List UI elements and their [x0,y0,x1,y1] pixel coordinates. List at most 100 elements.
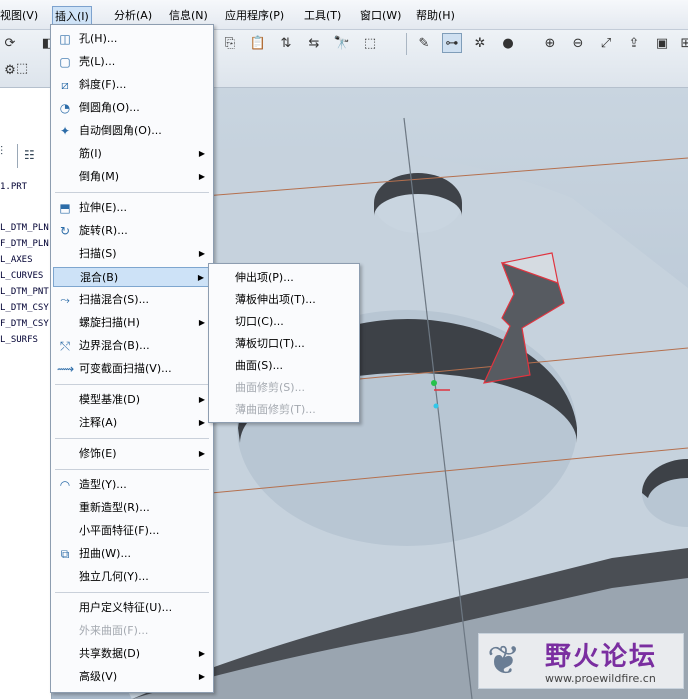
saved-views-icon[interactable]: ▣ [652,33,672,53]
menu-tools[interactable]: 工具(T) [304,8,341,24]
submenu-item-thin-protrusion[interactable]: 薄板伸出项(T)... [235,290,316,310]
orientation-icon[interactable]: ⊞ [676,33,688,53]
menu-item-round[interactable]: ◔ 倒圆角(O)... [53,98,211,118]
tree-item[interactable]: F_DTM_PLN [0,239,49,249]
tree-toggle-icon[interactable]: ⫶ [0,144,18,168]
menu-item-independent-geometry[interactable]: 独立几何(Y)... [53,567,211,587]
submenu-arrow-icon: ▶ [198,418,205,427]
select-box-icon[interactable]: ⬚ [360,33,380,53]
extrude-icon: ⬒ [59,201,71,215]
regen-all-icon[interactable]: ⇆ [304,33,324,53]
submenu-item-thin-surface-trim: 薄曲面修剪(T)... [235,403,316,416]
menu-item-helical-sweep[interactable]: 螺旋扫描(H) ▶ [53,313,211,333]
menu-item-revolve[interactable]: ↻ 旋转(R)... [53,221,211,241]
boundary-blend-icon: ⤲ [60,339,70,353]
menu-item-facet-feature[interactable]: 小平面特征(F)... [53,521,211,541]
submenu-arrow-icon: ▶ [198,149,205,158]
tree-item[interactable]: F_DTM_CSY [0,319,49,329]
tree-settings-icon[interactable]: ☷ [24,148,35,162]
swept-blend-icon: ⤳ [60,293,70,307]
menu-item-shell[interactable]: ▢ 壳(L)... [53,52,211,72]
tree-item[interactable]: L_CURVES [0,271,43,281]
tree-file-name[interactable]: 1.PRT [0,182,27,192]
revolve-icon: ↻ [59,224,71,238]
find-icon[interactable]: 🔭 [332,33,352,53]
submenu-item-surface[interactable]: 曲面(S)... [235,356,283,376]
reorient-icon[interactable]: ⇪ [624,33,644,53]
menu-item-auto-round[interactable]: ✦ 自动倒圆角(O)... [53,121,211,141]
menu-item-sweep[interactable]: 扫描(S) ▶ [53,244,211,264]
regenerate-icon[interactable]: ⟳ [0,33,20,53]
menu-separator [55,592,209,593]
submenu-item-thin-cut[interactable]: 薄板切口(T)... [235,334,305,354]
copy-icon[interactable]: ⎘ [220,33,240,53]
variable-section-sweep-icon: ⟿ [57,362,75,376]
menu-analysis[interactable]: 分析(A) [114,8,152,24]
sketch-icon[interactable]: ✎ [414,33,434,53]
zoom-out-icon[interactable]: ⊖ [568,33,588,53]
menu-item-draft[interactable]: ⧄ 斜度(F)... [53,75,211,95]
zoom-in-icon[interactable]: ⊕ [540,33,560,53]
menu-help[interactable]: 帮助(H) [416,8,455,24]
menu-item-model-datum[interactable]: 模型基准(D) ▶ [53,390,211,410]
butterfly-icon: ❦ [487,638,521,684]
round-icon: ◔ [59,101,71,115]
menu-item-warp[interactable]: ⧉ 扭曲(W)... [53,544,211,564]
insert-menu: ◫ 孔(H)... ▢ 壳(L)... ⧄ 斜度(F)... ◔ 倒圆角(O)... ✦… [50,24,214,693]
menu-item-shared-data[interactable]: 共享数据(D) ▶ [53,644,211,664]
csys-z-marker [433,403,439,409]
submenu-arrow-icon: ▶ [197,273,204,282]
regen-manager-icon[interactable]: ⇅ [276,33,296,53]
submenu-item-cut[interactable]: 切口(C)... [235,312,284,332]
tree-item[interactable]: L_DTM_PNT [0,287,49,297]
draft-icon: ⧄ [61,78,69,92]
submenu-arrow-icon: ▶ [198,172,205,181]
watermark-url: www.proewildfire.cn [545,672,656,685]
menu-info[interactable]: 信息(N) [169,8,208,24]
tree-item[interactable]: L_AXES [0,255,33,265]
menu-item-restyle[interactable]: 重新造型(R)... [53,498,211,518]
tree-item[interactable]: L_DTM_PLN [0,223,49,233]
menu-item-blend[interactable]: 混合(B) ▶ [53,267,211,287]
shading-icon[interactable]: ● [498,33,518,53]
submenu-item-protrusion[interactable]: 伸出项(P)... [235,268,294,288]
menu-applications[interactable]: 应用程序(P) [225,8,284,24]
tree-item[interactable]: L_SURFS [0,335,38,345]
hole-icon: ◫ [59,32,71,46]
csys-origin-marker [431,380,437,386]
menu-window[interactable]: 窗口(W) [360,8,401,24]
auto-round-icon: ✦ [59,124,71,138]
menu-item-swept-blend[interactable]: ⤳ 扫描混合(S)... [53,290,211,310]
spin-center-icon[interactable]: ⊶ [442,33,462,53]
menu-item-style[interactable]: ◠ 造型(Y)... [53,475,211,495]
menu-item-foreign-surface: 外来曲面(F)... [79,624,149,637]
menu-item-hole[interactable]: ◫ 孔(H)... [53,29,211,49]
shell-icon: ▢ [59,55,71,69]
submenu-item-surface-trim: 曲面修剪(S)... [235,381,306,394]
menu-separator [55,192,209,193]
appearance-icon[interactable]: ✲ [470,33,490,53]
menu-item-annotation[interactable]: 注释(A) ▶ [53,413,211,433]
menu-item-rib[interactable]: 筋(I) ▶ [53,144,211,164]
style-icon: ◠ [59,478,71,492]
submenu-arrow-icon: ▶ [198,649,205,658]
datum-display-icon[interactable]: ⬚ [12,58,32,78]
menu-item-advanced[interactable]: 高级(V) ▶ [53,667,211,687]
model-tree: ⫶ ☷ 1.PRT L_DTM_PLN F_DTM_PLN L_AXES L_C… [0,88,52,699]
paste-icon[interactable]: 📋 [248,33,268,53]
menu-insert[interactable]: 插入(I) [52,6,92,26]
menu-separator [55,469,209,470]
refit-icon[interactable]: ⤢ [596,33,616,53]
menu-item-extrude[interactable]: ⬒ 拉伸(E)... [53,198,211,218]
menu-separator [55,438,209,439]
menu-view[interactable]: 视图(V) [0,8,38,24]
submenu-arrow-icon: ▶ [198,318,205,327]
menu-item-variable-section-sweep[interactable]: ⟿ 可变截面扫描(V)... [53,359,211,379]
submenu-arrow-icon: ▶ [198,672,205,681]
menu-item-boundary-blend[interactable]: ⤲ 边界混合(B)... [53,336,211,356]
menu-item-cosmetic[interactable]: 修饰(E) ▶ [53,444,211,464]
tree-item[interactable]: L_DTM_CSY [0,303,49,313]
menu-item-user-defined-feature[interactable]: 用户定义特征(U)... [53,598,211,618]
menu-item-chamfer[interactable]: 倒角(M) ▶ [53,167,211,187]
menu-separator [55,384,209,385]
